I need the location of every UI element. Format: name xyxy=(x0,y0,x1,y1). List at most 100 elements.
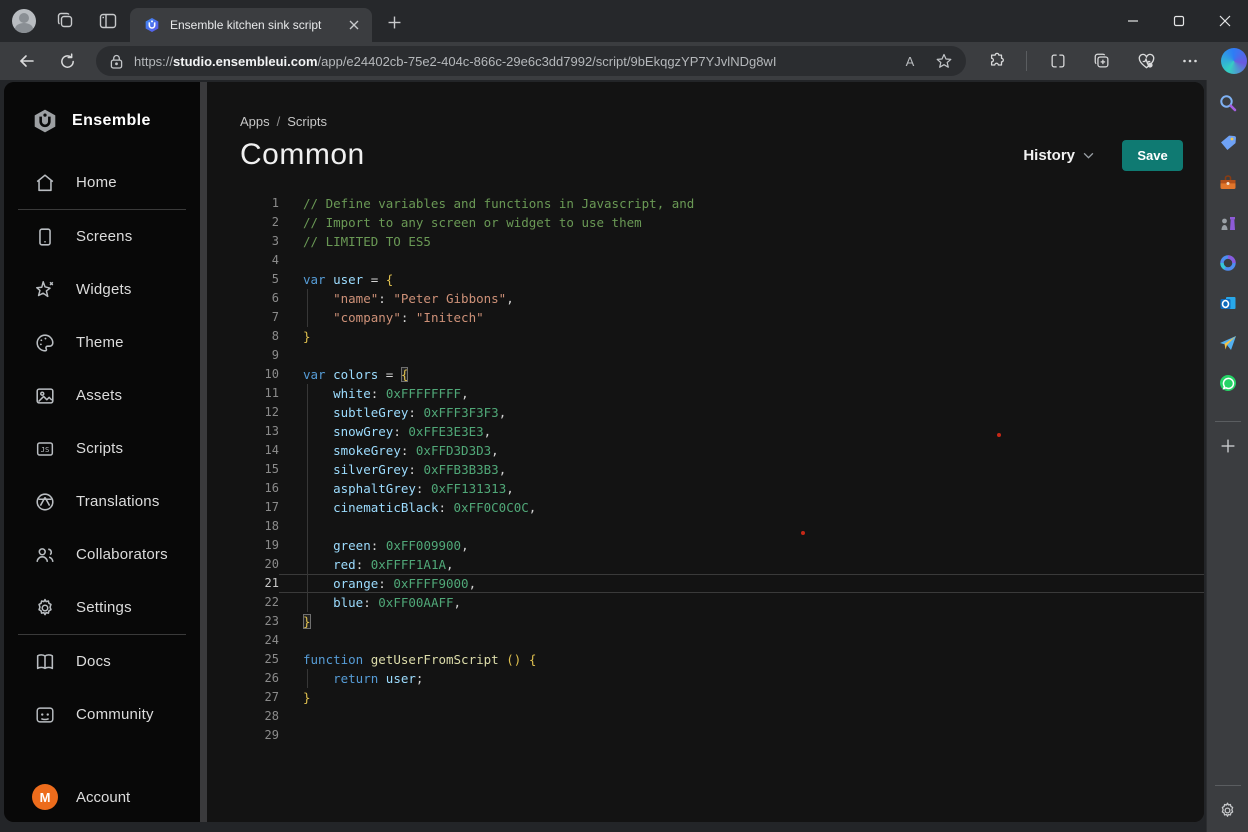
drop-icon[interactable] xyxy=(1216,331,1240,355)
code-line-22[interactable]: 22 blue: 0xFF00AAFF, xyxy=(207,593,1204,612)
browser-essentials-icon[interactable] xyxy=(1133,48,1159,74)
window-maximize-button[interactable] xyxy=(1156,0,1202,42)
code-line-5[interactable]: 5var user = { xyxy=(207,270,1204,289)
split-screen-icon[interactable] xyxy=(1045,48,1071,74)
sidebar-item-label: Home xyxy=(76,174,117,191)
breadcrumb-separator: / xyxy=(277,114,281,129)
code-line-14[interactable]: 14 smokeGrey: 0xFFD3D3D3, xyxy=(207,441,1204,460)
code-line-29[interactable]: 29 xyxy=(207,726,1204,745)
tab-close-icon[interactable] xyxy=(345,16,363,34)
lock-icon[interactable] xyxy=(110,54,123,69)
red-dot-artifact xyxy=(801,531,805,535)
rail-settings-gear-icon[interactable] xyxy=(1216,798,1240,822)
outlook-icon[interactable] xyxy=(1216,291,1240,315)
code-line-24[interactable]: 24 xyxy=(207,631,1204,650)
browser-tab[interactable]: Ensemble kitchen sink script xyxy=(130,8,372,42)
code-line-27[interactable]: 27} xyxy=(207,688,1204,707)
code-line-7[interactable]: 7 "company": "Initech" xyxy=(207,308,1204,327)
tab-title: Ensemble kitchen sink script xyxy=(170,18,341,32)
code-line-11[interactable]: 11 white: 0xFFFFFFFF, xyxy=(207,384,1204,403)
vertical-tabs-icon[interactable] xyxy=(96,9,120,33)
sidebar-item-theme[interactable]: Theme xyxy=(4,316,200,369)
url-domain: studio.ensembleui.com xyxy=(173,54,317,69)
code-line-19[interactable]: 19 green: 0xFF009900, xyxy=(207,536,1204,555)
sidebar-scrollbar[interactable] xyxy=(200,82,207,822)
code-line-9[interactable]: 9 xyxy=(207,346,1204,365)
sidebar-item-label: Widgets xyxy=(76,281,132,298)
read-aloud-icon[interactable]: A xyxy=(898,49,922,73)
code-line-10[interactable]: 10var colors = { xyxy=(207,365,1204,384)
code-line-6[interactable]: 6 "name": "Peter Gibbons", xyxy=(207,289,1204,308)
collections-icon[interactable] xyxy=(1089,48,1115,74)
account-label: Account xyxy=(76,789,130,806)
whatsapp-icon[interactable] xyxy=(1216,371,1240,395)
new-tab-button[interactable] xyxy=(382,10,406,34)
save-button[interactable]: Save xyxy=(1122,140,1183,171)
sidebar-item-translations[interactable]: Translations xyxy=(4,475,200,528)
code-line-8[interactable]: 8} xyxy=(207,327,1204,346)
url-text[interactable]: https://studio.ensembleui.com/app/e24402… xyxy=(134,54,898,69)
sidebar-item-community[interactable]: Community xyxy=(4,688,200,741)
code-line-20[interactable]: 20 red: 0xFFFF1A1A, xyxy=(207,555,1204,574)
home-icon xyxy=(34,172,56,194)
line-number: 6 xyxy=(207,289,279,308)
address-bar[interactable]: https://studio.ensembleui.com/app/e24402… xyxy=(96,46,966,76)
line-number: 10 xyxy=(207,365,279,384)
line-number: 25 xyxy=(207,650,279,669)
code-line-25[interactable]: 25function getUserFromScript () { xyxy=(207,650,1204,669)
breadcrumb-scripts[interactable]: Scripts xyxy=(287,114,327,129)
favorites-star-icon[interactable] xyxy=(932,49,956,73)
code-line-12[interactable]: 12 subtleGrey: 0xFFF3F3F3, xyxy=(207,403,1204,422)
code-line-23[interactable]: 23} xyxy=(207,612,1204,631)
code-line-28[interactable]: 28 xyxy=(207,707,1204,726)
sidebar-item-home[interactable]: Home xyxy=(4,156,200,209)
settings-more-icon[interactable] xyxy=(1177,48,1203,74)
refresh-button[interactable] xyxy=(54,48,80,74)
back-button[interactable] xyxy=(14,48,40,74)
line-number: 22 xyxy=(207,593,279,612)
extensions-icon[interactable] xyxy=(984,48,1010,74)
shopping-icon[interactable] xyxy=(1216,131,1240,155)
code-line-26[interactable]: 26 return user; xyxy=(207,669,1204,688)
profile-avatar-icon[interactable] xyxy=(12,9,36,33)
sidebar-item-label: Collaborators xyxy=(76,546,168,563)
games-icon[interactable] xyxy=(1216,211,1240,235)
sidebar-item-screens[interactable]: Screens xyxy=(4,210,200,263)
widgets-icon xyxy=(34,279,56,301)
sidebar-item-assets[interactable]: Assets xyxy=(4,369,200,422)
code-line-16[interactable]: 16 asphaltGrey: 0xFF131313, xyxy=(207,479,1204,498)
history-label: History xyxy=(1023,147,1075,164)
workspaces-icon[interactable] xyxy=(54,9,78,33)
brand-name: Ensemble xyxy=(72,112,151,130)
sidebar-item-collaborators[interactable]: Collaborators xyxy=(4,528,200,581)
sidebar-account[interactable]: M Account xyxy=(4,774,200,820)
sidebar-item-docs[interactable]: Docs xyxy=(4,635,200,688)
edge-sidebar-rail xyxy=(1206,80,1248,832)
docs-book-icon xyxy=(34,651,56,673)
sidebar-item-settings[interactable]: Settings xyxy=(4,581,200,634)
translations-globe-icon xyxy=(34,491,56,513)
code-line-3[interactable]: 3// LIMITED TO ES5 xyxy=(207,232,1204,251)
sidebar-item-widgets[interactable]: Widgets xyxy=(4,263,200,316)
code-line-18[interactable]: 18 xyxy=(207,517,1204,536)
code-line-4[interactable]: 4 xyxy=(207,251,1204,270)
history-dropdown[interactable]: History xyxy=(1023,147,1094,164)
code-line-2[interactable]: 2// Import to any screen or widget to us… xyxy=(207,213,1204,232)
code-line-15[interactable]: 15 silverGrey: 0xFFB3B3B3, xyxy=(207,460,1204,479)
code-line-21[interactable]: 21 orange: 0xFFFF9000, xyxy=(207,574,1204,593)
window-minimize-button[interactable] xyxy=(1110,0,1156,42)
sidebar-item-label: Community xyxy=(76,706,154,723)
sidebar-item-scripts[interactable]: JS Scripts xyxy=(4,422,200,475)
tools-icon[interactable] xyxy=(1216,171,1240,195)
code-line-17[interactable]: 17 cinematicBlack: 0xFF0C0C0C, xyxy=(207,498,1204,517)
code-editor[interactable]: 1// Define variables and functions in Ja… xyxy=(207,194,1204,745)
m365-icon[interactable] xyxy=(1216,251,1240,275)
search-icon[interactable] xyxy=(1216,91,1240,115)
code-line-13[interactable]: 13 snowGrey: 0xFFE3E3E3, xyxy=(207,422,1204,441)
window-close-button[interactable] xyxy=(1202,0,1248,42)
code-line-1[interactable]: 1// Define variables and functions in Ja… xyxy=(207,194,1204,213)
rail-add-icon[interactable] xyxy=(1216,434,1240,458)
breadcrumb-apps[interactable]: Apps xyxy=(240,114,270,129)
copilot-icon[interactable] xyxy=(1221,48,1247,74)
ensemble-favicon xyxy=(144,17,160,33)
